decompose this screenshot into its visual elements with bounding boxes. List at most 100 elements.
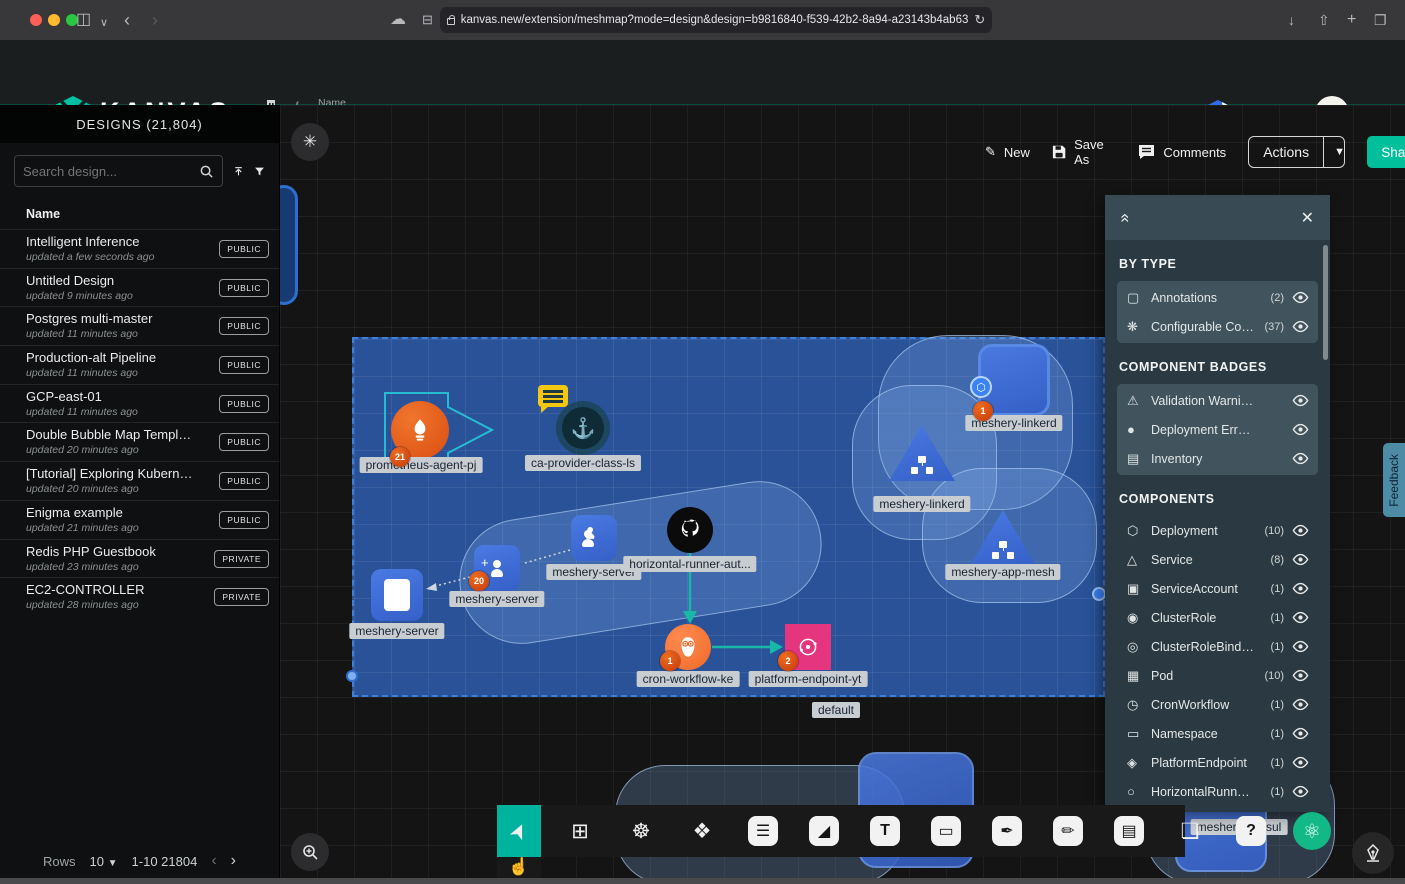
window-close-button[interactable] [30,14,42,26]
snowflake-freeze-button[interactable]: ✳ [291,123,329,161]
save-as-button[interactable]: Save As [1052,137,1116,167]
panel-row[interactable]: ClusterRoleBinding (1) [1117,632,1318,661]
close-panel-icon[interactable]: ✕ [1301,208,1314,228]
pagination: Rows 10 ▼ 1-10 21804 ‹ › [0,852,279,870]
toolbar-tool-button[interactable] [802,809,846,853]
panel-row[interactable]: CronWorkflow (1) [1117,690,1318,719]
panel-row[interactable]: ClusterRole (1) [1117,603,1318,632]
panel-row[interactable]: Deployment Errors [1117,415,1318,444]
collapse-panel-icon[interactable]: « [1116,213,1136,222]
design-list-item[interactable]: [Tutorial] Exploring Kubernetes Pod upda… [0,461,279,500]
badge-label: Inventory [1151,452,1254,466]
toolbar-tool-button[interactable] [1168,809,1212,853]
toolbar-tool-button[interactable] [1107,809,1151,853]
design-search-input[interactable] [23,164,199,179]
chevron-down-icon[interactable]: ∨ [100,12,108,34]
prev-page-icon[interactable]: ‹ [211,852,216,870]
panel-row[interactable]: Inventory [1117,444,1318,473]
connection-point[interactable] [1092,587,1106,601]
share-button[interactable]: Share [1367,136,1405,168]
feedback-tab[interactable]: Feedback [1383,443,1405,517]
panel-row[interactable]: HorizontalRunnerAutoscaler (1) [1117,777,1318,806]
panel-row[interactable]: ServiceAccount (1) [1117,574,1318,603]
toolbar-tool-button[interactable] [985,809,1029,853]
eye-visibility-icon[interactable] [1292,696,1309,713]
eye-visibility-icon[interactable] [1292,609,1309,626]
toolbar-tool-button[interactable] [497,805,541,857]
eye-visibility-icon[interactable] [1292,580,1309,597]
panel-row[interactable]: Pod (10) [1117,661,1318,690]
toolbar-tool-button[interactable] [1046,809,1090,853]
design-list-item[interactable]: GCP-east-01 updated 11 minutes ago PUBLI… [0,384,279,423]
window-minimize-button[interactable] [48,14,60,26]
toolbar-tool-button[interactable] [680,809,724,853]
toolbar-tool-button[interactable] [741,809,785,853]
eye-visibility-icon[interactable] [1292,638,1309,655]
new-tab-icon[interactable]: + [1347,9,1356,31]
design-list-item[interactable]: Double Bubble Map Template-copy updated … [0,422,279,461]
actions-dropdown-button[interactable]: Actions ▼ [1248,136,1345,168]
panel-row[interactable]: Annotations (2) [1117,283,1318,312]
toolbar-tool-button[interactable] [863,809,907,853]
design-name: GCP-east-01 [26,389,196,404]
panel-row[interactable]: Validation Warnings [1117,386,1318,415]
node-serviceaccount[interactable] [371,569,423,621]
eye-visibility-icon[interactable] [1292,725,1309,742]
pen-mode-button[interactable] [1352,832,1394,874]
design-list-item[interactable]: Intelligent Inference updated a few seco… [0,229,279,268]
eye-visibility-icon[interactable] [1292,318,1309,335]
panel-row[interactable]: Configurable Components (37) [1117,312,1318,341]
reload-icon[interactable]: ↻ [974,12,985,28]
reader-icon[interactable]: ⊟ [422,9,433,31]
sidebar-toggle-icon[interactable]: ◫ [76,9,91,31]
eye-visibility-icon[interactable] [1292,450,1309,467]
panel-row[interactable]: PlatformEndpoint (1) [1117,748,1318,777]
design-list-item[interactable]: Production-alt Pipeline updated 11 minut… [0,345,279,384]
share-page-icon[interactable]: ⇧ [1318,9,1330,31]
eye-visibility-icon[interactable] [1292,667,1309,684]
toolbar-tool-button[interactable] [1290,809,1334,853]
design-list-item[interactable]: EC2-CONTROLLER updated 28 minutes ago PR… [0,577,279,616]
design-list-item[interactable]: Redis PHP Guestbook updated 23 minutes a… [0,539,279,578]
node-clusterrole[interactable] [571,515,617,561]
component-label: ClusterRole [1151,611,1254,625]
panel-row[interactable]: Namespace (1) [1117,719,1318,748]
eye-visibility-icon[interactable] [1292,421,1309,438]
eye-visibility-icon[interactable] [1292,754,1309,771]
design-search[interactable] [14,155,223,187]
node-ca-provider[interactable]: ⚓ [562,407,604,449]
next-page-icon[interactable]: › [231,852,236,870]
eye-visibility-icon[interactable] [1292,783,1309,800]
selection-handle[interactable] [346,670,358,682]
forward-icon[interactable]: › [152,9,158,31]
back-icon[interactable]: ‹ [124,9,130,31]
panel-row[interactable]: Service (8) [1117,545,1318,574]
toolbar-tool-button[interactable] [558,809,602,853]
url-bar[interactable]: kanvas.new/extension/meshmap?mode=design… [440,7,992,33]
eye-visibility-icon[interactable] [1292,392,1309,409]
filter-icon[interactable] [254,163,265,180]
panel-row[interactable]: Deployment (10) [1117,516,1318,545]
downloads-icon[interactable]: ↓ [1288,9,1295,31]
design-list-item[interactable]: Enigma example updated 21 minutes ago PU… [0,500,279,539]
tab-overview-icon[interactable]: ❐ [1374,9,1387,31]
panel-scrollbar[interactable] [1323,245,1328,360]
toolbar-tool-button[interactable] [619,809,663,853]
toolbar-tool-button[interactable] [1229,809,1273,853]
eye-visibility-icon[interactable] [1292,289,1309,306]
comments-button[interactable]: Comments [1138,144,1226,160]
publish-upload-icon[interactable] [233,163,244,180]
node-github-runner[interactable] [667,507,713,553]
new-button[interactable]: ✎ New [985,144,1030,160]
design-list-item[interactable]: Untitled Design updated 9 minutes ago PU… [0,268,279,307]
design-list-item[interactable]: Postgres multi-master updated 11 minutes… [0,306,279,345]
eye-visibility-icon[interactable] [1292,522,1309,539]
rows-per-page-select[interactable]: 10 ▼ [90,854,118,869]
cloud-icon[interactable]: ☁ [390,9,406,31]
component-count: (1) [1254,728,1284,740]
toolbar-tool-button[interactable] [924,809,968,853]
zoom-in-button[interactable] [291,833,329,871]
actions-caret-icon[interactable]: ▼ [1323,137,1345,167]
annotation-comment-icon[interactable] [538,385,568,407]
eye-visibility-icon[interactable] [1292,551,1309,568]
